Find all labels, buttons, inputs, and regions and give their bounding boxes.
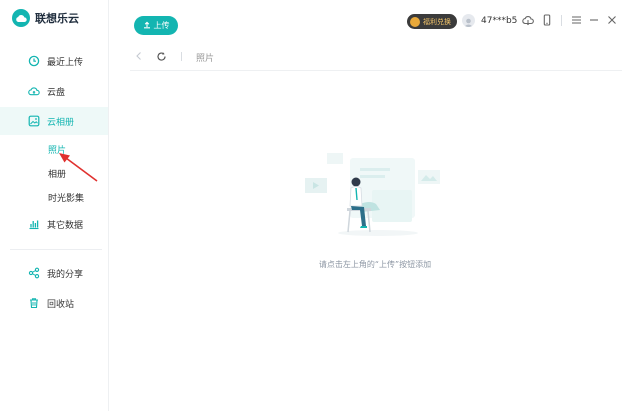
upload-icon [143, 21, 151, 31]
sidebar-item-label: 最近上传 [47, 57, 84, 68]
empty-state-text: 请点击左上角的“上传”按钮添加 [318, 260, 432, 269]
avatar[interactable] [462, 14, 475, 27]
app-title: 联想乐云 [35, 12, 79, 25]
upload-label: 上传 [153, 21, 170, 30]
image-icon [28, 115, 40, 127]
sidebar-item-label: 回收站 [47, 299, 75, 310]
sidebar-divider [10, 249, 102, 250]
clock-icon [28, 55, 40, 67]
sidebar-item-cloud-album[interactable]: 云相册 [0, 107, 108, 135]
sidebar-item-recycle-bin[interactable]: 回收站 [0, 289, 108, 317]
sidebar-item-recent-uploads[interactable]: 最近上传 [0, 47, 108, 75]
app-logo: 联想乐云 [12, 9, 79, 27]
menu-icon[interactable] [570, 14, 582, 26]
sidebar: 联想乐云 最近上传 云盘 云相册 照片 相册 时光影集 其它数据 我的分享 回收… [0, 0, 109, 411]
header-divider [561, 15, 562, 26]
mobile-icon[interactable] [541, 14, 553, 26]
sidebar-item-label: 云相册 [47, 117, 75, 128]
breadcrumb: 照片 [196, 54, 215, 64]
sidebar-item-cloud-drive[interactable]: 云盘 [0, 77, 108, 105]
share-icon [28, 267, 40, 279]
cloud-logo-icon [12, 9, 30, 27]
bar-chart-icon [28, 218, 40, 230]
toolbar-divider [181, 52, 182, 61]
back-icon[interactable] [133, 50, 145, 62]
trash-icon [28, 297, 40, 309]
upload-button[interactable]: 上传 [134, 16, 178, 35]
sidebar-item-label: 其它数据 [47, 220, 84, 231]
vip-badge-label: 福利兑换 [423, 17, 451, 26]
sidebar-subitem-time-movies[interactable]: 时光影集 [48, 191, 84, 204]
coin-icon [410, 16, 420, 27]
cloud-sync-icon[interactable] [522, 14, 534, 26]
sidebar-item-other-data[interactable]: 其它数据 [0, 210, 108, 238]
refresh-icon[interactable] [155, 50, 167, 62]
minimize-icon[interactable] [588, 14, 600, 26]
toolbar: 照片 [130, 46, 622, 71]
close-icon[interactable] [606, 14, 618, 26]
annotation-arrow-icon [59, 153, 98, 182]
vip-badge[interactable]: 福利兑换 [407, 14, 457, 29]
cloud-upload-icon [28, 85, 40, 97]
empty-state-illustration-icon [305, 153, 440, 236]
username[interactable]: 47***b5 [481, 16, 517, 26]
sidebar-item-label: 云盘 [47, 87, 66, 98]
sidebar-item-my-shares[interactable]: 我的分享 [0, 259, 108, 287]
sidebar-item-label: 我的分享 [47, 269, 84, 280]
